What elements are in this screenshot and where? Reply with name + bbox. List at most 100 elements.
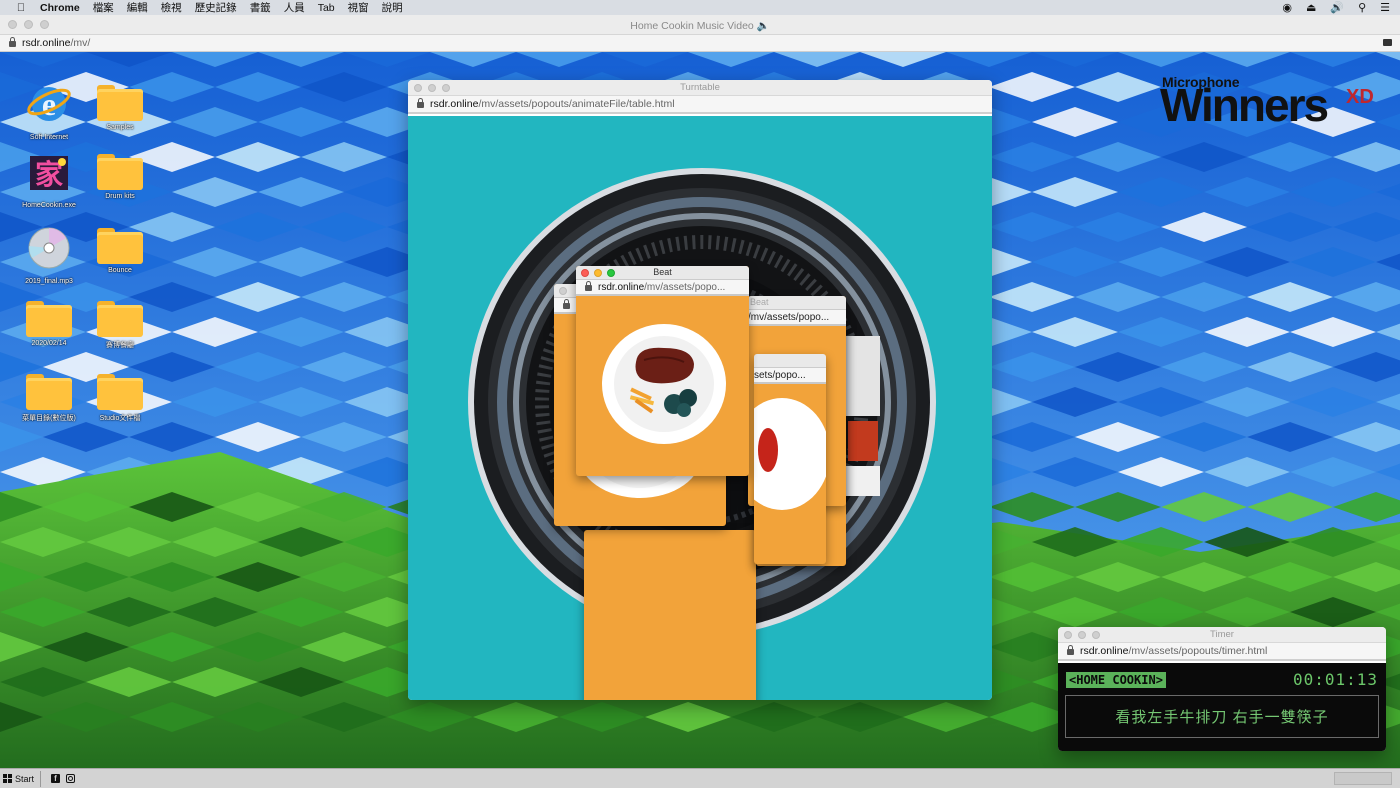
instagram-icon[interactable] xyxy=(66,774,76,783)
menu-item-history[interactable]: 歷史記錄 xyxy=(195,0,237,15)
url-path: /mv/assets/popo... xyxy=(748,311,830,323)
desktop-icon-label: 2019_final.mp3 xyxy=(25,278,73,285)
url-path: /mv/assets/popouts/timer.html xyxy=(1128,645,1268,657)
camera-icon[interactable] xyxy=(1383,39,1392,46)
desktop-icon-cyber-restaurant[interactable]: 賽博餐廳 xyxy=(85,301,155,350)
desktop-icon-label: 菜單目錄(數位版) xyxy=(22,415,76,422)
desktop-icon-label: Studio文件檔 xyxy=(99,415,141,422)
lock-icon xyxy=(585,281,592,291)
timer-clock: 00:01:13 xyxy=(1292,670,1378,689)
lyric-display: 看我左手牛排刀 右手一雙筷子 xyxy=(1065,695,1379,738)
menu-app-name[interactable]: Chrome xyxy=(40,2,80,14)
beat-window-back-3[interactable] xyxy=(584,530,756,700)
desktop-icon-2020-02-14[interactable]: 2020/02/14 xyxy=(14,301,84,347)
menu-item-window[interactable]: 視窗 xyxy=(348,0,369,15)
desktop-icon-label: Drum kits xyxy=(105,193,135,200)
menu-item-tab[interactable]: Tab xyxy=(318,2,335,14)
url-host: rsdr.online xyxy=(430,98,479,110)
desktop-icon-soft-internet[interactable]: e Soft Internet xyxy=(14,82,84,141)
beat-titlebar[interactable] xyxy=(754,354,826,368)
desktop-icon-label: 賽博餐廳 xyxy=(106,342,134,349)
turntable-address-bar[interactable]: rsdr.online/mv/assets/popouts/animateFil… xyxy=(408,96,992,114)
song-tag: <HOME COOKIN> xyxy=(1066,672,1166,688)
timer-titlebar[interactable]: Timer xyxy=(1058,627,1386,643)
url-path: /mv/ xyxy=(70,37,91,49)
folder-icon xyxy=(97,154,143,190)
desktop-icon-bounce[interactable]: Bounce xyxy=(85,228,155,274)
timer-window[interactable]: Timer rsdr.online/mv/assets/popouts/time… xyxy=(1058,627,1386,751)
folder-icon xyxy=(97,374,143,410)
folder-icon xyxy=(26,301,72,337)
url-host: rsdr.online xyxy=(1080,645,1129,657)
timer-address-bar[interactable]: rsdr.online/mv/assets/popouts/timer.html xyxy=(1058,643,1386,661)
beat-title: Beat xyxy=(750,297,769,307)
cd-icon xyxy=(28,227,70,269)
folder-icon xyxy=(26,374,72,410)
timer-content: <HOME COOKIN> 00:01:13 看我左手牛排刀 右手一雙筷子 xyxy=(1058,663,1386,751)
control-center-icon[interactable]: ☰ xyxy=(1380,1,1390,14)
desktop: e Soft Internet Samples 家 HomeCookin.exe… xyxy=(0,52,1400,768)
beat-address-bar[interactable]: /mv/assets/popo... xyxy=(748,310,846,326)
desktop-icon-drum-kits[interactable]: Drum kits xyxy=(85,154,155,200)
beat-titlebar[interactable]: Beat xyxy=(576,266,749,280)
menu-item-view[interactable]: 檢視 xyxy=(161,0,182,15)
plate-graphic xyxy=(754,398,826,510)
desktop-icon-homecookin[interactable]: 家 HomeCookin.exe xyxy=(14,152,84,209)
start-button[interactable]: Start xyxy=(3,770,42,787)
desktop-icon-studio-files[interactable]: Studio文件檔 xyxy=(85,374,155,423)
windows-logo-icon xyxy=(3,774,12,783)
desktop-icon-menu-directory[interactable]: 菜單目錄(數位版) xyxy=(14,374,84,423)
menu-item-help[interactable]: 說明 xyxy=(382,0,403,15)
turntable-titlebar[interactable]: Turntable xyxy=(408,80,992,96)
lock-icon xyxy=(417,98,424,108)
beat-titlebar[interactable]: Beat xyxy=(748,296,846,310)
beat-window-back-5[interactable]: sets/popo... xyxy=(754,354,826,564)
turntable-canvas: Beat /mv/assets/popo... sets/popo... Bea… xyxy=(408,116,992,700)
menu-item-file[interactable]: 檔案 xyxy=(93,0,114,15)
lock-icon xyxy=(563,299,570,309)
steak-plate-graphic xyxy=(602,324,726,444)
volume-icon[interactable]: 🔊 xyxy=(1330,1,1344,14)
browser-title: Home Cookin Music Video 🔈 xyxy=(630,20,770,32)
menu-item-bookmarks[interactable]: 書籤 xyxy=(250,0,271,15)
timer-title: Timer xyxy=(1210,629,1234,640)
turntable-title: Turntable xyxy=(680,82,720,93)
folder-icon xyxy=(97,301,143,337)
record-icon[interactable]: ◉ xyxy=(1282,1,1292,14)
beat-window-front[interactable]: Beat rsdr.online/mv/assets/popo... xyxy=(576,266,749,476)
address-bar[interactable]: rsdr.online/mv/ xyxy=(0,35,1400,52)
eject-icon[interactable]: ⏏ xyxy=(1306,1,1316,14)
search-icon[interactable]: ⚲ xyxy=(1358,1,1366,14)
url-path: /mv/assets/popouts/animateFile/table.htm… xyxy=(478,98,675,110)
desktop-icon-samples[interactable]: Samples xyxy=(85,85,155,131)
browser-titlebar: Home Cookin Music Video 🔈 xyxy=(0,15,1400,35)
logo-suffix: XD xyxy=(1346,86,1374,108)
beat-address-bar[interactable]: sets/popo... xyxy=(754,368,826,384)
internet-explorer-icon: e xyxy=(27,86,71,122)
beat-address-bar[interactable]: rsdr.online/mv/assets/popo... xyxy=(576,280,749,296)
lock-icon xyxy=(1067,645,1074,655)
homecookin-app-icon: 家 xyxy=(30,156,68,191)
facebook-icon[interactable]: f xyxy=(51,774,61,783)
menu-bar:  Chrome 檔案 編輯 檢視 歷史記錄 書籤 人員 Tab 視窗 說明 ◉… xyxy=(0,0,1400,15)
folder-icon xyxy=(97,85,143,121)
logo-main-text: Winners xyxy=(1160,79,1329,131)
desktop-icon-label: Samples xyxy=(106,124,134,131)
apple-icon[interactable]:  xyxy=(14,1,28,15)
lock-icon xyxy=(9,37,16,47)
desktop-icon-label: 2020/02/14 xyxy=(31,340,67,347)
taskbar: Start f xyxy=(0,768,1400,788)
desktop-icon-label: Bounce xyxy=(108,267,132,274)
url-path: sets/popo... xyxy=(754,369,806,381)
beat-title: Beat xyxy=(653,267,672,277)
turntable-window[interactable]: Turntable rsdr.online/mv/assets/popouts/… xyxy=(408,80,992,700)
desktop-icon-2019-final[interactable]: 2019_final.mp3 xyxy=(14,226,84,285)
url-host: rsdr.online xyxy=(22,37,71,49)
system-tray xyxy=(1334,772,1392,785)
close-button[interactable] xyxy=(559,287,567,295)
start-label: Start xyxy=(15,773,35,784)
folder-icon xyxy=(97,228,143,264)
desktop-icon-label: Soft Internet xyxy=(29,134,69,141)
menu-item-edit[interactable]: 編輯 xyxy=(127,0,148,15)
menu-item-people[interactable]: 人員 xyxy=(284,0,305,15)
